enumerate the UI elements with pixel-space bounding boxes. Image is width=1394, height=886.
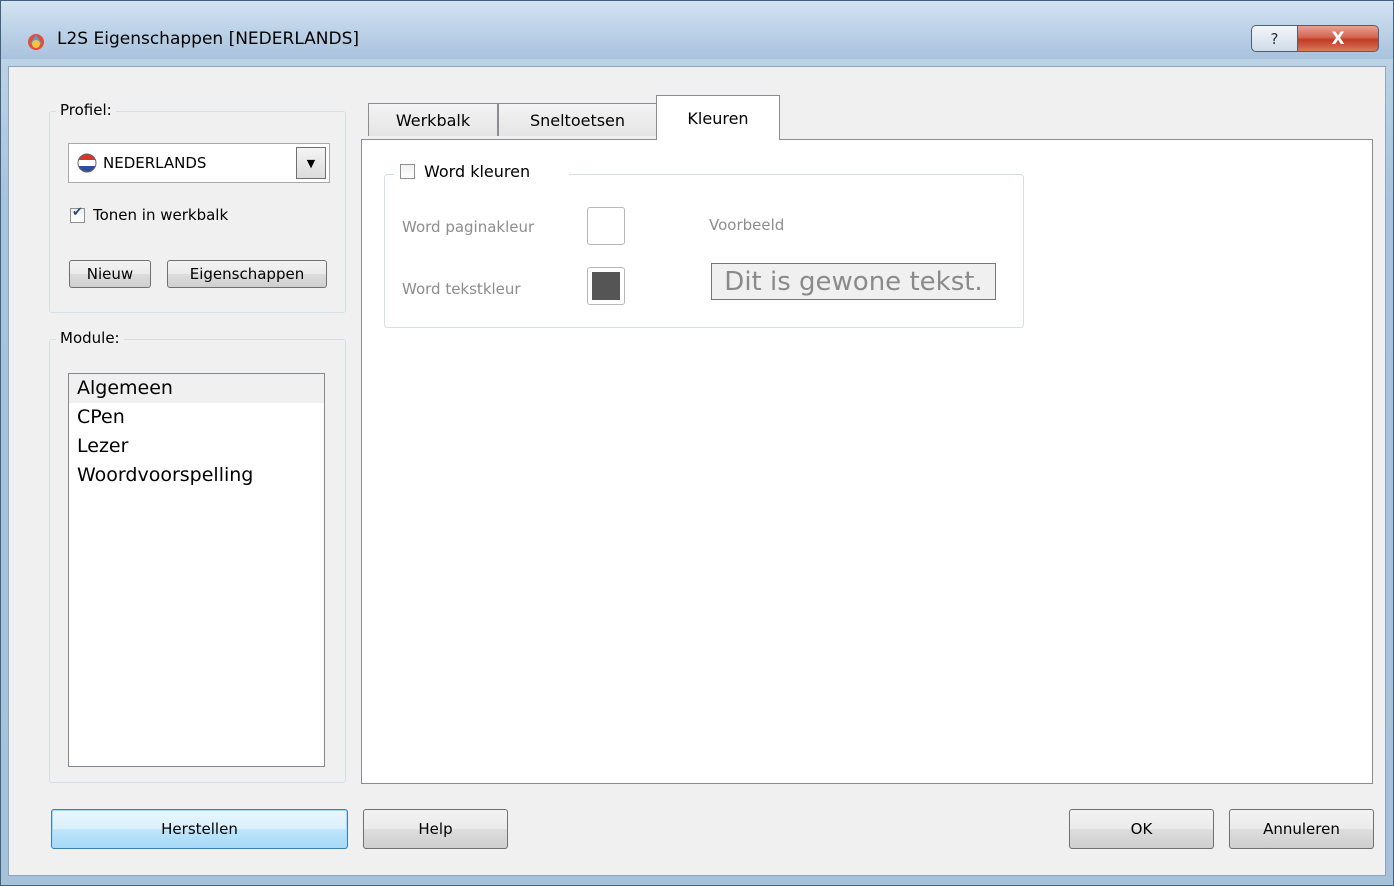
list-item[interactable]: Woordvoorspelling (69, 461, 324, 490)
profile-dropdown-value: NEDERLANDS (103, 154, 207, 172)
module-group-label: Module: (56, 329, 124, 347)
profile-group-label: Profiel: (56, 101, 116, 119)
new-profile-button[interactable]: Nieuw (69, 260, 151, 288)
word-colors-checkbox[interactable] (400, 164, 415, 179)
tab-sneltoetsen[interactable]: Sneltoetsen (498, 103, 657, 136)
app-icon (28, 34, 44, 50)
word-colors-legend: Word kleuren (394, 160, 569, 184)
show-in-toolbar-checkbox[interactable] (70, 205, 85, 223)
cancel-button[interactable]: Annuleren (1229, 809, 1374, 849)
ok-button[interactable]: OK (1069, 809, 1214, 849)
text-color-label: Word tekstkleur (402, 280, 521, 298)
preview-text: Dit is gewone tekst. (711, 263, 996, 300)
word-colors-group (384, 174, 1024, 328)
profile-dropdown[interactable]: NEDERLANDS ▼ (68, 143, 330, 183)
module-list[interactable]: Algemeen CPen Lezer Woordvoorspelling (68, 373, 325, 767)
chevron-down-icon[interactable]: ▼ (296, 147, 326, 179)
list-item[interactable]: Lezer (69, 432, 324, 461)
page-color-label: Word paginakleur (402, 218, 535, 236)
show-in-toolbar-label: Tonen in werkbalk (93, 206, 229, 224)
help-title-button[interactable]: ? (1251, 25, 1297, 52)
list-item[interactable]: Algemeen (69, 374, 324, 403)
dutch-flag-icon (77, 153, 97, 173)
text-color-swatch[interactable] (587, 267, 625, 305)
tab-kleuren[interactable]: Kleuren (656, 95, 780, 140)
help-button[interactable]: Help (363, 809, 508, 849)
text-color-fill (592, 272, 620, 300)
close-button[interactable]: X (1297, 25, 1379, 52)
restore-button[interactable]: Herstellen (51, 809, 348, 849)
word-colors-label: Word kleuren (424, 162, 531, 181)
tab-panel-kleuren: Word kleuren Word paginakleur Voorbeeld … (361, 139, 1373, 784)
tab-werkbalk[interactable]: Werkbalk (368, 103, 498, 136)
window-title: L2S Eigenschappen [NEDERLANDS] (57, 29, 360, 49)
preview-label: Voorbeeld (709, 216, 785, 234)
profile-properties-button[interactable]: Eigenschappen (167, 260, 327, 288)
page-color-swatch[interactable] (587, 207, 625, 245)
dialog-client-area: Profiel: NEDERLANDS ▼ Tonen in werkbalk … (8, 66, 1386, 876)
title-buttons: ? X (1251, 25, 1379, 52)
title-bar[interactable]: L2S Eigenschappen [NEDERLANDS] ? X (1, 1, 1393, 59)
list-item[interactable]: CPen (69, 403, 324, 432)
